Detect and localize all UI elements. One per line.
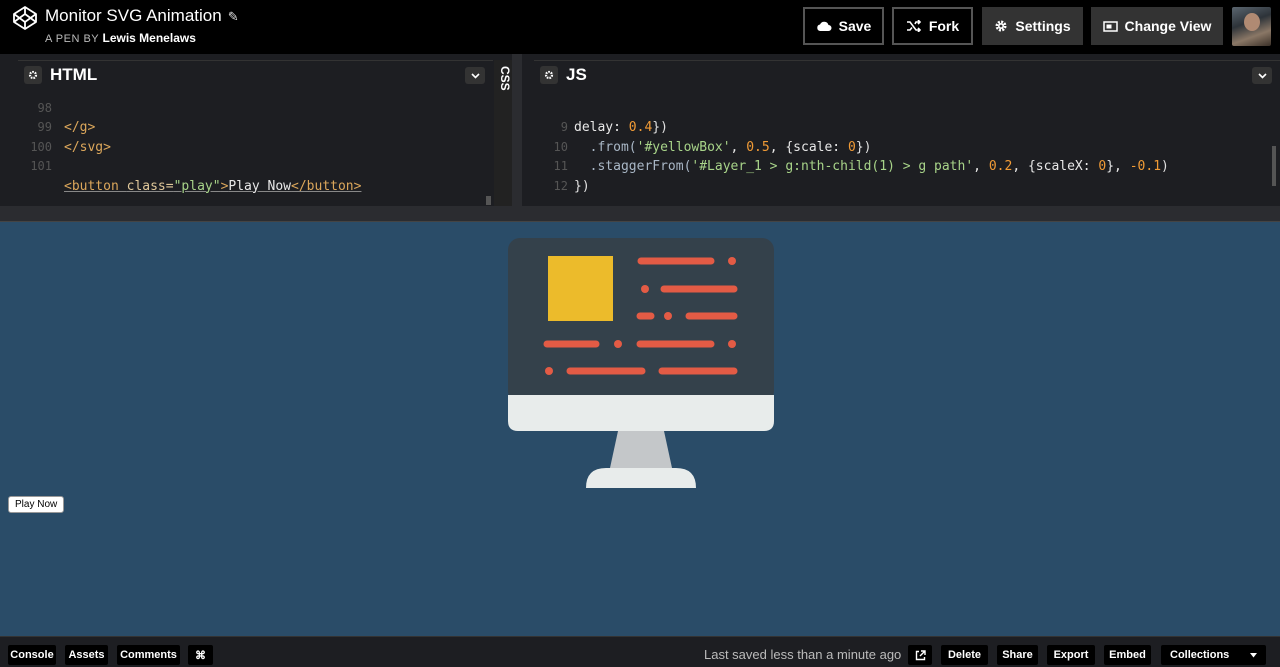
pen-by-label: A PEN BY (45, 33, 99, 45)
collections-dropdown[interactable]: Collections (1161, 645, 1266, 665)
pen-title-block: Monitor SVG Animation ✎ A PEN BY Lewis Me… (45, 6, 239, 45)
console-button[interactable]: Console (8, 645, 56, 665)
comments-button[interactable]: Comments (117, 645, 180, 665)
caret-down-icon (1250, 652, 1257, 657)
js-editor-title: JS (566, 65, 587, 84)
pencil-icon[interactable]: ✎ (228, 9, 239, 25)
cloud-icon (816, 21, 832, 31)
play-now-button[interactable]: Play Now (8, 496, 65, 513)
code-line: 11 }) (553, 159, 590, 194)
fork-button[interactable]: Fork (892, 7, 973, 45)
settings-label: Settings (1015, 18, 1071, 34)
code-line: 100 (30, 139, 52, 154)
settings-button[interactable]: Settings (982, 7, 1083, 45)
html-collapse-chevron-down-icon[interactable] (465, 67, 485, 84)
monitor-illustration (508, 238, 774, 488)
js-scrollbar[interactable] (1272, 146, 1276, 186)
editors-area: HTML 98 </g> 99 </svg> 100 101 <button c… (0, 54, 1280, 206)
code-line: 12 (553, 178, 568, 193)
top-bar: Monitor SVG Animation ✎ A PEN BY Lewis Me… (0, 0, 1280, 54)
keyboard-shortcuts-button[interactable]: ⌘ (188, 645, 213, 665)
js-code[interactable]: delay: 0.4}) 9 .from('#yellowBox', 0.5, … (534, 88, 1280, 206)
monitor-base (586, 468, 696, 488)
delete-button[interactable]: Delete (941, 645, 988, 665)
author-link[interactable]: Lewis Menelaws (103, 31, 196, 45)
screen-dot (545, 367, 553, 375)
external-link-button[interactable] (908, 645, 932, 665)
save-label: Save (838, 18, 872, 34)
code-line: 9 .from('#yellowBox', 0.5, {scale: 0}) (560, 120, 872, 155)
external-link-icon (915, 649, 926, 660)
pen-title[interactable]: Monitor SVG Animation (45, 6, 222, 25)
fork-label: Fork (928, 18, 960, 34)
change-view-button[interactable]: Change View (1091, 7, 1223, 45)
js-collapse-chevron-down-icon[interactable] (1252, 67, 1272, 84)
js-editor[interactable]: JS delay: 0.4}) 9 .from('#yellowBox', 0.… (534, 60, 1280, 206)
save-status: Last saved less than a minute ago (704, 647, 902, 662)
yellow-box (548, 256, 613, 321)
monitor-neck (610, 431, 672, 468)
js-editor-header: JS (534, 60, 1280, 88)
screen-dot (614, 340, 622, 348)
share-button[interactable]: Share (997, 645, 1038, 665)
html-editor[interactable]: HTML 98 </g> 99 </svg> 100 101 <button c… (18, 60, 493, 206)
view-icon (1102, 20, 1118, 32)
codepen-logo-icon[interactable] (12, 5, 38, 31)
result-preview: Play Now (0, 222, 1280, 636)
code-line: delay: 0.4}) (574, 120, 668, 135)
code-line: 10 .staggerFrom('#Layer_1 > g:nth-child(… (553, 139, 1169, 175)
gear-icon (995, 20, 1007, 32)
code-line: 101 <button class="play">Play Now</butto… (30, 159, 362, 194)
css-editor-collapsed-tab[interactable]: CSS (494, 60, 512, 206)
css-editor-title: CSS (498, 66, 512, 91)
screen-dot (728, 257, 736, 265)
user-avatar[interactable] (1232, 7, 1271, 46)
js-settings-gear-icon[interactable] (540, 66, 558, 84)
screen-dot (641, 285, 649, 293)
embed-button[interactable]: Embed (1104, 645, 1151, 665)
code-line: 98 </g> (37, 100, 96, 136)
html-editor-header: HTML (18, 60, 493, 88)
assets-button[interactable]: Assets (65, 645, 108, 665)
preview-resize-handle[interactable] (0, 206, 1280, 222)
monitor-bezel (508, 395, 774, 431)
collections-label: Collections (1170, 649, 1230, 661)
code-line: 99 </svg> (37, 120, 111, 155)
save-button[interactable]: Save (803, 7, 884, 45)
html-settings-gear-icon[interactable] (24, 66, 42, 84)
html-editor-title: HTML (50, 65, 98, 84)
export-button[interactable]: Export (1047, 645, 1095, 665)
screen-dot (664, 312, 672, 320)
fork-icon (906, 20, 921, 32)
editor-resize-handle[interactable] (512, 54, 522, 206)
html-code[interactable]: 98 </g> 99 </svg> 100 101 <button class=… (18, 88, 493, 206)
html-scrollbar[interactable] (486, 196, 491, 205)
screen-dot (728, 340, 736, 348)
change-view-label: Change View (1124, 18, 1212, 34)
footer-bar: Console Assets Comments ⌘ Last saved les… (0, 636, 1280, 667)
